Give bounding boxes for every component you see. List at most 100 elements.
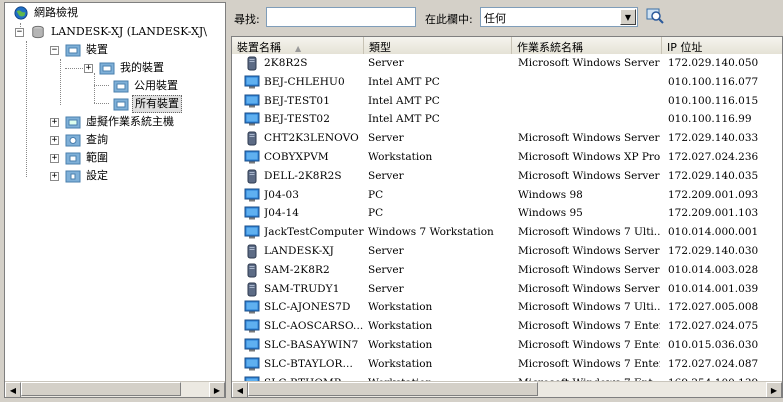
table-row[interactable]: SLC-AOSCARSO... Workstation Microsoft Wind… [232,317,782,336]
table-row[interactable]: J04-14 PC Windows 95 172.209.001.103 [232,204,782,223]
cell-ip-address: 010.014.003.028 [668,263,759,276]
tree-item-queries[interactable]: 查詢 [65,131,110,149]
cell-type: Server [368,132,404,145]
collapse-devices-toggle[interactable]: − [50,46,59,55]
cell-ip-address: 172.029.140.030 [668,245,759,257]
cell-device-name: DELL-2K8R2S [264,169,342,182]
tree-horizontal-scrollbar[interactable]: ◀ ▶ [5,381,225,397]
find-label: 尋找: [234,13,260,26]
tree-item-core-server[interactable]: LANDESK-XJ (LANDESK-XJ\ [30,23,209,41]
search-icon[interactable] [646,7,664,25]
collapse-core-toggle[interactable]: − [15,28,24,37]
cell-type: Workstation [368,301,433,314]
tree-content: 網路檢視 − LANDESK-XJ (LANDESK-XJ\ − 裝置 + 我的… [5,3,225,381]
scroll-track[interactable] [21,382,209,397]
cell-type: PC [368,207,384,220]
tree-item-devices[interactable]: 裝置 [65,41,110,59]
table-row[interactable]: LANDESK-XJ Server Microsoft Windows Server… [232,242,782,261]
in-column-label: 在此欄中: [425,13,473,26]
database-icon [32,25,44,39]
table-row[interactable]: SLC-BASAYWIN7 Workstation Microsoft Window… [232,336,782,355]
table-row[interactable]: BEJ-TEST01 Intel AMT PC 010.100.116.015 [232,92,782,111]
in-column-value: 任何 [484,12,506,25]
expand-queries-toggle[interactable]: + [50,136,59,145]
scroll-track[interactable] [248,382,766,397]
column-header-name-label: 裝置名稱 [237,41,281,54]
find-input[interactable] [266,7,416,27]
chevron-down-icon[interactable]: ▼ [620,9,636,25]
table-row[interactable]: BEJ-CHLEHU0 Intel AMT PC 010.100.116.077 [232,73,782,92]
server-icon [244,244,260,259]
scroll-left-arrow-icon[interactable]: ◀ [232,382,248,397]
cell-ip-address: 010.100.116.077 [668,75,759,88]
tree-item-network-view[interactable]: 網路檢視 [13,4,80,22]
column-header-name[interactable]: 裝置名稱 ▲ [232,37,364,54]
cell-device-name: JackTestComputer [264,226,364,239]
table-row[interactable]: BEJ-TEST02 Intel AMT PC 010.100.116.99 [232,110,782,129]
cell-type: Workstation [368,339,433,351]
network-view-tree[interactable]: 網路檢視 − LANDESK-XJ (LANDESK-XJ\ − 裝置 + 我的… [4,2,226,398]
table-row[interactable]: DELL-2K8R2S Server Microsoft Windows Serve… [232,167,782,186]
expand-config-toggle[interactable]: + [50,172,59,181]
cell-ip-address: 172.027.024.087 [668,357,759,370]
scroll-left-arrow-icon[interactable]: ◀ [5,382,21,397]
expand-scopes-toggle[interactable]: + [50,154,59,163]
device-list[interactable]: 裝置名稱 ▲ 類型 作業系統名稱 IP 位址 2K8R2S Server Micros… [231,36,783,398]
scroll-thumb[interactable] [248,382,538,396]
cell-ip-address: 010.100.116.99 [668,113,752,126]
cell-type: Intel AMT PC [368,75,440,88]
table-row[interactable]: SLC-BTAYLOR... Workstation Microsoft Windo… [232,355,782,374]
cell-ip-address: 172.029.140.033 [668,132,759,145]
table-row[interactable]: SLC-BTHOMP...WorkstationMicrosoft Window… [232,374,782,381]
cell-type: Server [368,245,404,257]
tree-item-vm-hosts[interactable]: 虛擬作業系統主機 [65,113,176,131]
table-row[interactable]: SAM-2K8R2 Server Microsoft Windows Server … [232,261,782,280]
scroll-right-arrow-icon[interactable]: ▶ [209,382,225,397]
tree-line [65,68,85,69]
expand-my-devices-toggle[interactable]: + [84,64,93,73]
table-row[interactable]: JackTestComputer Windows 7 Workstation Mic… [232,223,782,242]
cell-ip-address: 172.029.140.050 [668,57,759,69]
tree-item-scopes[interactable]: 範圍 [65,149,110,167]
cell-ip-address: 172.209.001.103 [668,207,759,220]
column-header-os[interactable]: 作業系統名稱 [512,37,662,54]
computer-icon [244,206,260,221]
table-row[interactable]: CHT2K3LENOVO Server Microsoft Windows Serv… [232,129,782,148]
cell-os-name: Windows 98 [518,188,583,201]
column-header-ip[interactable]: IP 位址 [662,37,782,54]
table-row[interactable]: 2K8R2S Server Microsoft Windows Server ...… [232,54,782,73]
tree-item-public-devices[interactable]: 公用裝置 [113,77,180,95]
in-column-select[interactable]: 任何 ▼ [480,7,638,27]
list-horizontal-scrollbar[interactable]: ◀ ▶ [232,381,782,397]
folder-devices-icon [99,62,115,75]
table-row[interactable]: SAM-TRUDY1 Server Microsoft Windows Server… [232,280,782,299]
cell-os-name: Microsoft Windows 7 Enter... [518,339,660,351]
cell-device-name: 2K8R2S [264,57,308,69]
tree-item-config[interactable]: 設定 [65,167,110,185]
computer-icon [244,300,260,315]
table-row[interactable]: J04-03 PC Windows 98 172.209.001.093 [232,186,782,205]
cell-type: Workstation [368,357,433,370]
computer-icon [244,357,260,372]
expand-vm-hosts-toggle[interactable]: + [50,118,59,127]
table-row[interactable]: COBYXPVM Workstation Microsoft Windows XP … [232,148,782,167]
scroll-right-arrow-icon[interactable]: ▶ [766,382,782,397]
computer-icon [244,319,260,334]
tree-line [94,103,109,104]
search-bar: 尋找: 在此欄中: 任何 ▼ [231,2,783,32]
tree-label-public-devices: 公用裝置 [134,79,178,92]
cell-device-name: SAM-2K8R2 [264,263,330,276]
table-row[interactable]: SLC-AJONES7D Workstation Microsoft Windows… [232,298,782,317]
cell-device-name: CHT2K3LENOVO [264,132,359,145]
cell-os-name: Windows 95 [518,207,583,220]
tree-item-my-devices[interactable]: 我的裝置 [99,59,166,77]
computer-icon [244,338,260,353]
scroll-thumb[interactable] [21,382,181,396]
sort-ascending-icon: ▲ [295,44,302,53]
folder-vm-icon [65,116,81,129]
server-icon [244,263,260,278]
cell-ip-address: 172.027.024.236 [668,151,759,163]
column-header-type[interactable]: 類型 [364,37,512,54]
globe-icon [14,6,28,20]
tree-item-all-devices[interactable]: 所有裝置 [113,95,182,113]
